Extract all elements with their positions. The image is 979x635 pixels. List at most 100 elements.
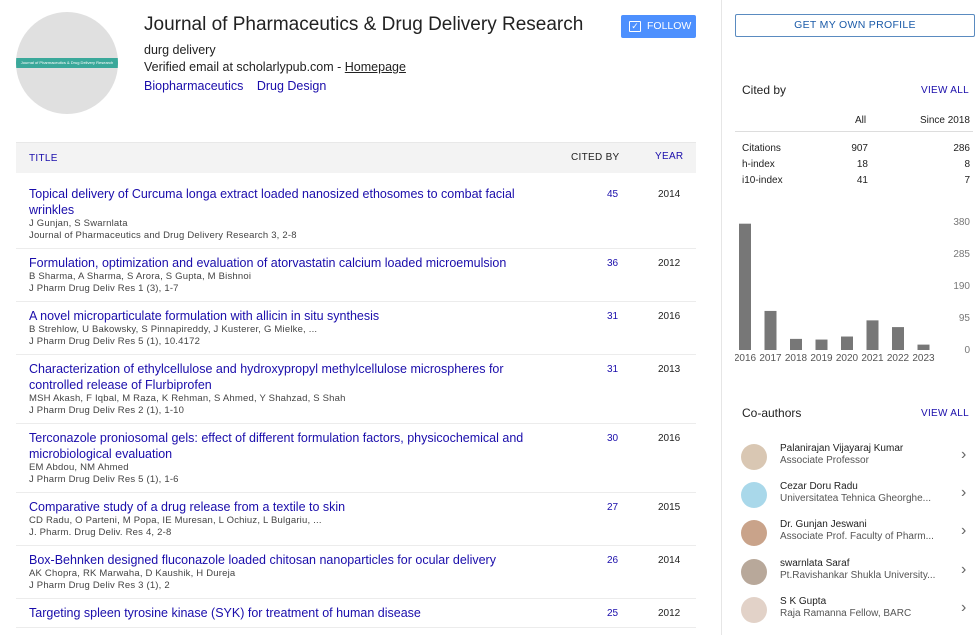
article-venue: J Pharm Drug Deliv Res 1 (3), 1-7 <box>29 283 179 294</box>
article-row: Box-Behnken designed fluconazole loaded … <box>16 546 696 599</box>
article-authors: B Sharma, A Sharma, S Arora, S Gupta, M … <box>29 271 252 282</box>
x-tick-label: 2018 <box>785 353 808 364</box>
chart-bar[interactable] <box>815 339 828 350</box>
article-venue: J. Pharm. Drug Deliv. Res 4, 2-8 <box>29 527 172 538</box>
coauthor-item[interactable]: swarnlata Saraf Pt.Ravishankar Shukla Un… <box>735 553 975 591</box>
coauthor-item[interactable]: Dr. Gunjan Jeswani Associate Prof. Facul… <box>735 514 975 552</box>
article-year: 2013 <box>658 364 681 375</box>
coauthor-affiliation: Pt.Ravishankar Shukla University... <box>780 570 936 581</box>
article-venue: Journal of Pharmaceutics and Drug Delive… <box>29 230 297 241</box>
chevron-right-icon: › <box>961 599 967 616</box>
chart-bar[interactable] <box>764 310 777 350</box>
get-own-profile-button[interactable]: GET MY OWN PROFILE <box>735 14 975 37</box>
sort-year[interactable]: YEAR <box>655 151 683 162</box>
chart-bar[interactable] <box>866 320 879 350</box>
chevron-right-icon: › <box>961 484 967 501</box>
interests: Biopharmaceutics Drug Design <box>144 79 336 93</box>
article-year: 2016 <box>658 433 681 444</box>
y-tick-label: 0 <box>964 345 970 356</box>
coauthor-item[interactable]: Palanirajan Vijayaraj Kumar Associate Pr… <box>735 438 975 476</box>
col-all: All <box>855 115 867 126</box>
article-title[interactable]: A novel microparticulate formulation wit… <box>29 308 549 324</box>
article-title[interactable]: Characterization of ethylcellulose and h… <box>29 361 549 393</box>
metric-row-h-index: h-index 18 8 <box>735 159 973 175</box>
x-tick-label: 2016 <box>735 353 757 364</box>
coauthor-avatar <box>741 444 767 470</box>
article-cited-by[interactable]: 27 <box>607 502 618 513</box>
article-year: 2012 <box>658 258 681 269</box>
article-venue: J Pharm Drug Deliv Res 5 (1), 1-6 <box>29 474 179 485</box>
coauthor-item[interactable]: Cezar Doru Radu Universitatea Tehnica Gh… <box>735 476 975 514</box>
email-text: Verified email at scholarlypub.com - <box>144 60 345 74</box>
follow-check-icon: ✓ <box>629 21 641 32</box>
article-cited-by[interactable]: 26 <box>607 555 618 566</box>
cited-by-title: Cited by <box>742 83 787 97</box>
article-authors: B Strehlow, U Bakowsky, S Pinnapireddy, … <box>29 324 318 335</box>
article-title[interactable]: Box-Behnken designed fluconazole loaded … <box>29 552 549 568</box>
x-tick-label: 2021 <box>861 353 884 364</box>
x-tick-label: 2017 <box>759 353 782 364</box>
sort-cited-by[interactable]: CITED BY <box>571 152 620 163</box>
coauthor-avatar <box>741 559 767 585</box>
article-title[interactable]: Comparative study of a drug release from… <box>29 499 549 515</box>
article-title[interactable]: Targeting spleen tyrosine kinase (SYK) f… <box>29 605 549 621</box>
coauthor-name: Dr. Gunjan Jeswani <box>780 519 867 530</box>
column-divider <box>721 0 722 635</box>
sort-title[interactable]: TITLE <box>29 153 58 164</box>
chevron-right-icon: › <box>961 522 967 539</box>
cited-by-view-all-link[interactable]: VIEW ALL <box>921 85 969 96</box>
x-tick-label: 2022 <box>887 353 910 364</box>
metric-since: 286 <box>953 143 970 154</box>
article-cited-by[interactable]: 31 <box>607 311 618 322</box>
article-year: 2012 <box>658 608 681 619</box>
citations-bar-chart: 380 285 190 95 0 2016 2017 2018 2019 2020 2021 2022… <box>735 217 970 364</box>
metric-row-i10-index: i10-index 41 7 <box>735 175 973 191</box>
article-row: Targeting spleen tyrosine kinase (SYK) f… <box>16 599 696 628</box>
chart-bar[interactable] <box>917 344 930 350</box>
article-authors: CD Radu, O Parteni, M Popa, IE Muresan, … <box>29 515 322 526</box>
coauthor-avatar <box>741 482 767 508</box>
follow-button[interactable]: ✓ FOLLOW <box>621 15 696 38</box>
article-row: Formulation, optimization and evaluation… <box>16 249 696 302</box>
metric-row-citations: Citations 907 286 <box>735 143 973 159</box>
article-venue: J Pharm Drug Deliv Res 5 (1), 10.4172 <box>29 336 201 347</box>
metric-all: 18 <box>856 159 868 170</box>
profile-name: Journal of Pharmaceutics & Drug Delivery… <box>144 14 584 35</box>
coauthor-affiliation: Associate Professor <box>780 455 869 466</box>
article-row: Topical delivery of Curcuma longa extrac… <box>16 180 696 249</box>
metric-since: 7 <box>964 175 970 186</box>
chart-bar[interactable] <box>841 336 853 350</box>
profile-email: Verified email at scholarlypub.com - Hom… <box>144 60 406 74</box>
coauthor-item[interactable]: S K Gupta Raja Ramanna Fellow, BARC › <box>735 591 975 629</box>
article-title[interactable]: Topical delivery of Curcuma longa extrac… <box>29 186 549 218</box>
metric-label: h-index <box>742 159 775 170</box>
interest-link[interactable]: Drug Design <box>257 79 326 93</box>
article-cited-by[interactable]: 25 <box>607 608 618 619</box>
col-since: Since 2018 <box>919 115 970 126</box>
metric-all: 41 <box>856 175 868 186</box>
avatar-logo-text: Journal of Pharmaceutics & Drug Delivery… <box>16 58 118 68</box>
coauthor-affiliation: Universitatea Tehnica Gheorghe... <box>780 493 932 504</box>
coauthors-title: Co-authors <box>742 406 802 420</box>
article-year: 2015 <box>658 502 681 513</box>
article-cited-by[interactable]: 36 <box>607 258 618 269</box>
chart-bar[interactable] <box>892 327 904 350</box>
article-title[interactable]: Terconazole proniosomal gels: effect of … <box>29 430 549 462</box>
interest-link[interactable]: Biopharmaceutics <box>144 79 243 93</box>
article-cited-by[interactable]: 30 <box>607 433 618 444</box>
article-title[interactable]: Formulation, optimization and evaluation… <box>29 255 549 271</box>
article-cited-by[interactable]: 45 <box>607 189 618 200</box>
articles-list: Topical delivery of Curcuma longa extrac… <box>16 180 696 628</box>
chart-bar[interactable] <box>739 223 751 350</box>
article-venue: J Pharm Drug Deliv Res 2 (1), 1-10 <box>29 405 185 416</box>
article-year: 2014 <box>658 189 681 200</box>
coauthors-view-all-link[interactable]: VIEW ALL <box>921 408 969 419</box>
article-authors: AK Chopra, RK Marwaha, D Kaushik, H Dure… <box>29 568 236 579</box>
article-authors: J Gunjan, S Swarnlata <box>29 218 128 229</box>
article-cited-by[interactable]: 31 <box>607 364 618 375</box>
chart-bar[interactable] <box>790 338 802 350</box>
coauthor-name: swarnlata Saraf <box>780 558 850 569</box>
homepage-link[interactable]: Homepage <box>345 60 406 74</box>
metric-label: Citations <box>742 143 781 154</box>
article-row: Comparative study of a drug release from… <box>16 493 696 546</box>
